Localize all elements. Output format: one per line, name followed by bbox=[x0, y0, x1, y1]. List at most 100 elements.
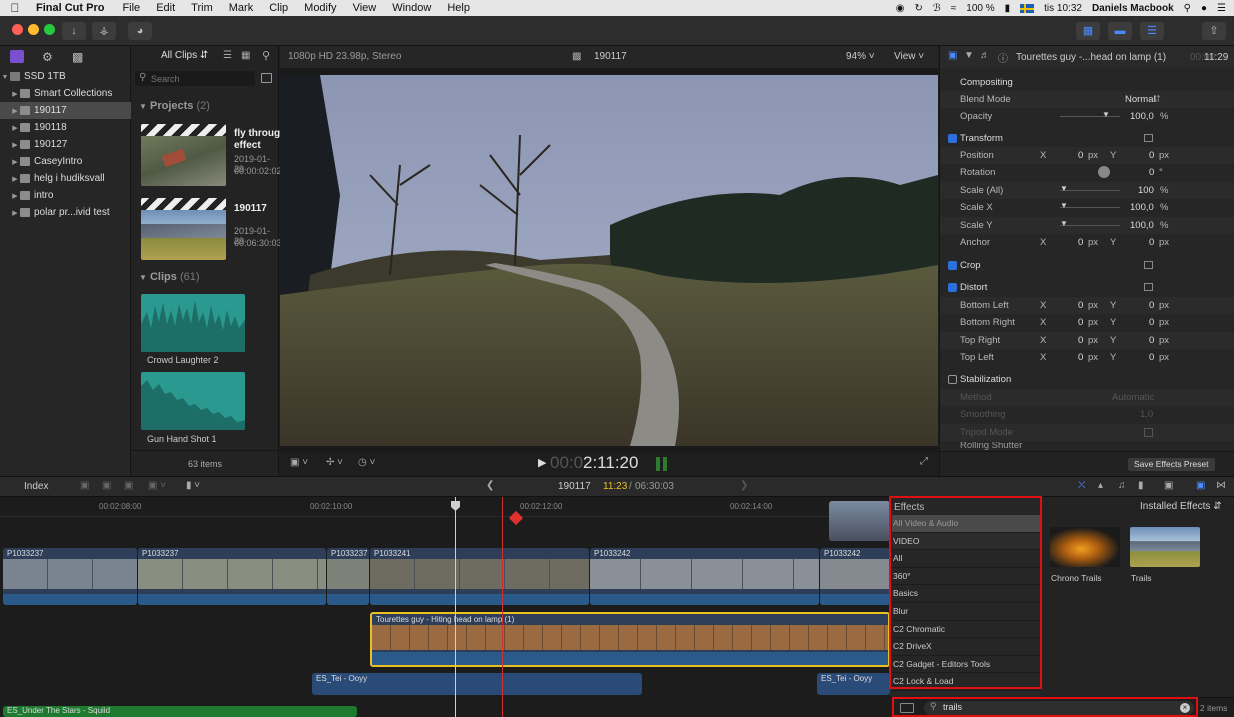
connect-icon[interactable]: ▣ bbox=[80, 480, 89, 491]
battery-label[interactable]: 100 % bbox=[966, 3, 994, 14]
installed-effects-menu[interactable]: Installed Effects ⇵ bbox=[1140, 501, 1222, 512]
zoom-menu[interactable]: 94% ˅ bbox=[846, 51, 875, 62]
stabilization-section[interactable]: Stabilization bbox=[940, 371, 1234, 388]
primary-clip[interactable]: P1033237 bbox=[327, 548, 369, 605]
scale-all-slider-handle[interactable]: ▼ bbox=[1060, 184, 1068, 193]
stabilization-checkbox[interactable] bbox=[948, 375, 957, 384]
scale-x-value[interactable]: 100,0 bbox=[1130, 202, 1154, 213]
effect-thumbnail[interactable] bbox=[1050, 527, 1120, 567]
primary-clip[interactable]: P1033242 bbox=[590, 548, 819, 605]
sidebar-item-helg[interactable]: ▶ helg i hudiksvall bbox=[0, 170, 131, 187]
transform-checkbox[interactable] bbox=[948, 134, 957, 143]
timeline-ruler[interactable]: 00:02:08:00 00:02:10:00 00:02:12:00 00:0… bbox=[0, 497, 890, 517]
sidebar-item-intro[interactable]: ▶ intro bbox=[0, 187, 131, 204]
primary-clip[interactable]: P1033237 bbox=[138, 548, 326, 605]
timeline[interactable]: 00:02:08:00 00:02:10:00 00:02:12:00 00:0… bbox=[0, 497, 890, 717]
sync-icon[interactable]: ↻ bbox=[915, 3, 923, 14]
all-clips-filter[interactable]: All Clips ⇵ bbox=[161, 50, 208, 61]
retime-menu-icon[interactable]: ◷ ˅ bbox=[358, 457, 375, 468]
crop-onscreen-icon[interactable] bbox=[1144, 261, 1153, 269]
distort-checkbox[interactable] bbox=[948, 283, 957, 292]
audio-clip-thumbnail[interactable] bbox=[141, 294, 245, 352]
browser-search-input[interactable] bbox=[151, 72, 251, 85]
forward-arrow-icon[interactable]: ❯ bbox=[740, 480, 748, 491]
info-inspector-icon[interactable]: ⓘ bbox=[998, 50, 1008, 65]
show-browser-icon[interactable]: ▦ bbox=[1076, 22, 1100, 40]
search-icon[interactable]: ⚲ bbox=[262, 49, 270, 62]
clock[interactable]: tis 10:32 bbox=[1044, 3, 1082, 14]
menu-edit[interactable]: Edit bbox=[148, 2, 183, 14]
browser-search-field[interactable]: ⚲ bbox=[135, 71, 255, 86]
list-view-icon[interactable]: ☰ bbox=[223, 50, 232, 61]
scale-all-value[interactable]: 100 bbox=[1138, 185, 1154, 196]
color-inspector-icon[interactable]: ▼ bbox=[964, 50, 974, 61]
top-right-y[interactable]: 0 bbox=[1149, 335, 1154, 346]
user-name[interactable]: Daniels Macbook bbox=[1092, 3, 1174, 14]
append-icon[interactable]: ▣ bbox=[124, 480, 133, 491]
scale-x-slider-handle[interactable]: ▼ bbox=[1060, 201, 1068, 210]
menu-modify[interactable]: Modify bbox=[296, 2, 344, 14]
menu-window[interactable]: Window bbox=[384, 2, 439, 14]
view-menu[interactable]: View ˅ bbox=[894, 51, 924, 62]
crop-section[interactable]: Crop bbox=[940, 257, 1234, 274]
audio-skimming-icon[interactable]: ▴ bbox=[1098, 480, 1103, 491]
audio-clip-thumbnail[interactable] bbox=[141, 372, 245, 430]
back-arrow-icon[interactable]: ❮ bbox=[486, 480, 494, 491]
connected-clip-thumbnail[interactable] bbox=[829, 501, 890, 541]
anchor-y-value[interactable]: 0 bbox=[1149, 237, 1154, 248]
primary-clip[interactable]: P1033241 bbox=[370, 548, 589, 605]
sidebar-item-polar[interactable]: ▶ polar pr...ivid test bbox=[0, 204, 131, 221]
top-left-y[interactable]: 0 bbox=[1149, 352, 1154, 363]
show-timeline-icon[interactable]: ▬ bbox=[1108, 22, 1132, 40]
spotlight-icon[interactable]: ⚲ bbox=[1184, 3, 1191, 14]
apple-menu-icon[interactable]:  bbox=[0, 1, 30, 15]
menu-help[interactable]: Help bbox=[439, 2, 478, 14]
photos-icon[interactable]: ⚙ bbox=[42, 50, 56, 64]
background-tasks-icon[interactable]: ◕ bbox=[128, 22, 152, 40]
fullscreen-icon[interactable]: ⤢ bbox=[920, 456, 928, 467]
clips-header[interactable]: ▼ Clips (61) bbox=[139, 271, 200, 283]
bluetooth-icon[interactable]: ℬ bbox=[933, 3, 941, 14]
insert-icon[interactable]: ▣ bbox=[102, 480, 111, 491]
anchor-x-value[interactable]: 0 bbox=[1078, 237, 1083, 248]
play-icon[interactable]: ▶ bbox=[538, 456, 546, 469]
compositing-section[interactable]: Compositing bbox=[940, 74, 1234, 91]
import-icon[interactable]: ↓ bbox=[62, 22, 86, 40]
smoothing-value[interactable]: 1,0 bbox=[1140, 409, 1153, 420]
video-frame[interactable] bbox=[280, 75, 938, 446]
projects-header[interactable]: ▼ Projects (2) bbox=[139, 100, 210, 112]
top-right-x[interactable]: 0 bbox=[1078, 335, 1083, 346]
primary-clip[interactable]: P1033237 bbox=[3, 548, 137, 605]
opacity-slider-handle[interactable]: ▼ bbox=[1102, 110, 1110, 119]
playhead[interactable] bbox=[455, 497, 456, 717]
timecode[interactable]: 2:11:20 bbox=[583, 453, 638, 473]
notification-icon[interactable]: ☰ bbox=[1217, 3, 1226, 14]
enhance-menu-icon[interactable]: ✢ ˅ bbox=[326, 457, 343, 468]
clip-appearance-icon[interactable]: ▣ bbox=[1164, 480, 1173, 491]
snapping-icon[interactable]: ▮ bbox=[1138, 480, 1144, 491]
tripod-checkbox[interactable] bbox=[1144, 428, 1153, 437]
share-icon[interactable]: ⇧ bbox=[1202, 22, 1226, 40]
menu-trim[interactable]: Trim bbox=[183, 2, 221, 14]
sidebar-item-190127[interactable]: ▶ 190127 bbox=[0, 136, 131, 153]
position-x-value[interactable]: 0 bbox=[1078, 150, 1083, 161]
project-thumbnail[interactable] bbox=[141, 198, 226, 260]
rotation-dial-icon[interactable] bbox=[1098, 166, 1110, 178]
audio-inspector-icon[interactable]: ♬ bbox=[980, 50, 990, 61]
index-button[interactable]: Index bbox=[12, 479, 60, 495]
bottom-left-y[interactable]: 0 bbox=[1149, 300, 1154, 311]
close-window-button[interactable] bbox=[12, 24, 23, 35]
bottom-left-x[interactable]: 0 bbox=[1078, 300, 1083, 311]
filter-window-icon[interactable] bbox=[261, 73, 272, 83]
position-y-value[interactable]: 0 bbox=[1149, 150, 1154, 161]
save-effects-preset-button[interactable]: Save Effects Preset bbox=[1128, 458, 1215, 471]
video-inspector-icon[interactable]: ▣ bbox=[948, 50, 957, 61]
sidebar-item-190117[interactable]: ▶ 190117 bbox=[0, 102, 131, 119]
rotation-value[interactable]: 0 bbox=[1149, 167, 1154, 178]
opacity-value[interactable]: 100,0 bbox=[1130, 111, 1154, 122]
scale-y-slider-handle[interactable]: ▼ bbox=[1060, 219, 1068, 228]
sidebar-item-smart-collections[interactable]: ▶ Smart Collections bbox=[0, 85, 131, 102]
distort-section[interactable]: Distort bbox=[940, 279, 1234, 296]
top-left-x[interactable]: 0 bbox=[1078, 352, 1083, 363]
menu-mark[interactable]: Mark bbox=[221, 2, 261, 14]
